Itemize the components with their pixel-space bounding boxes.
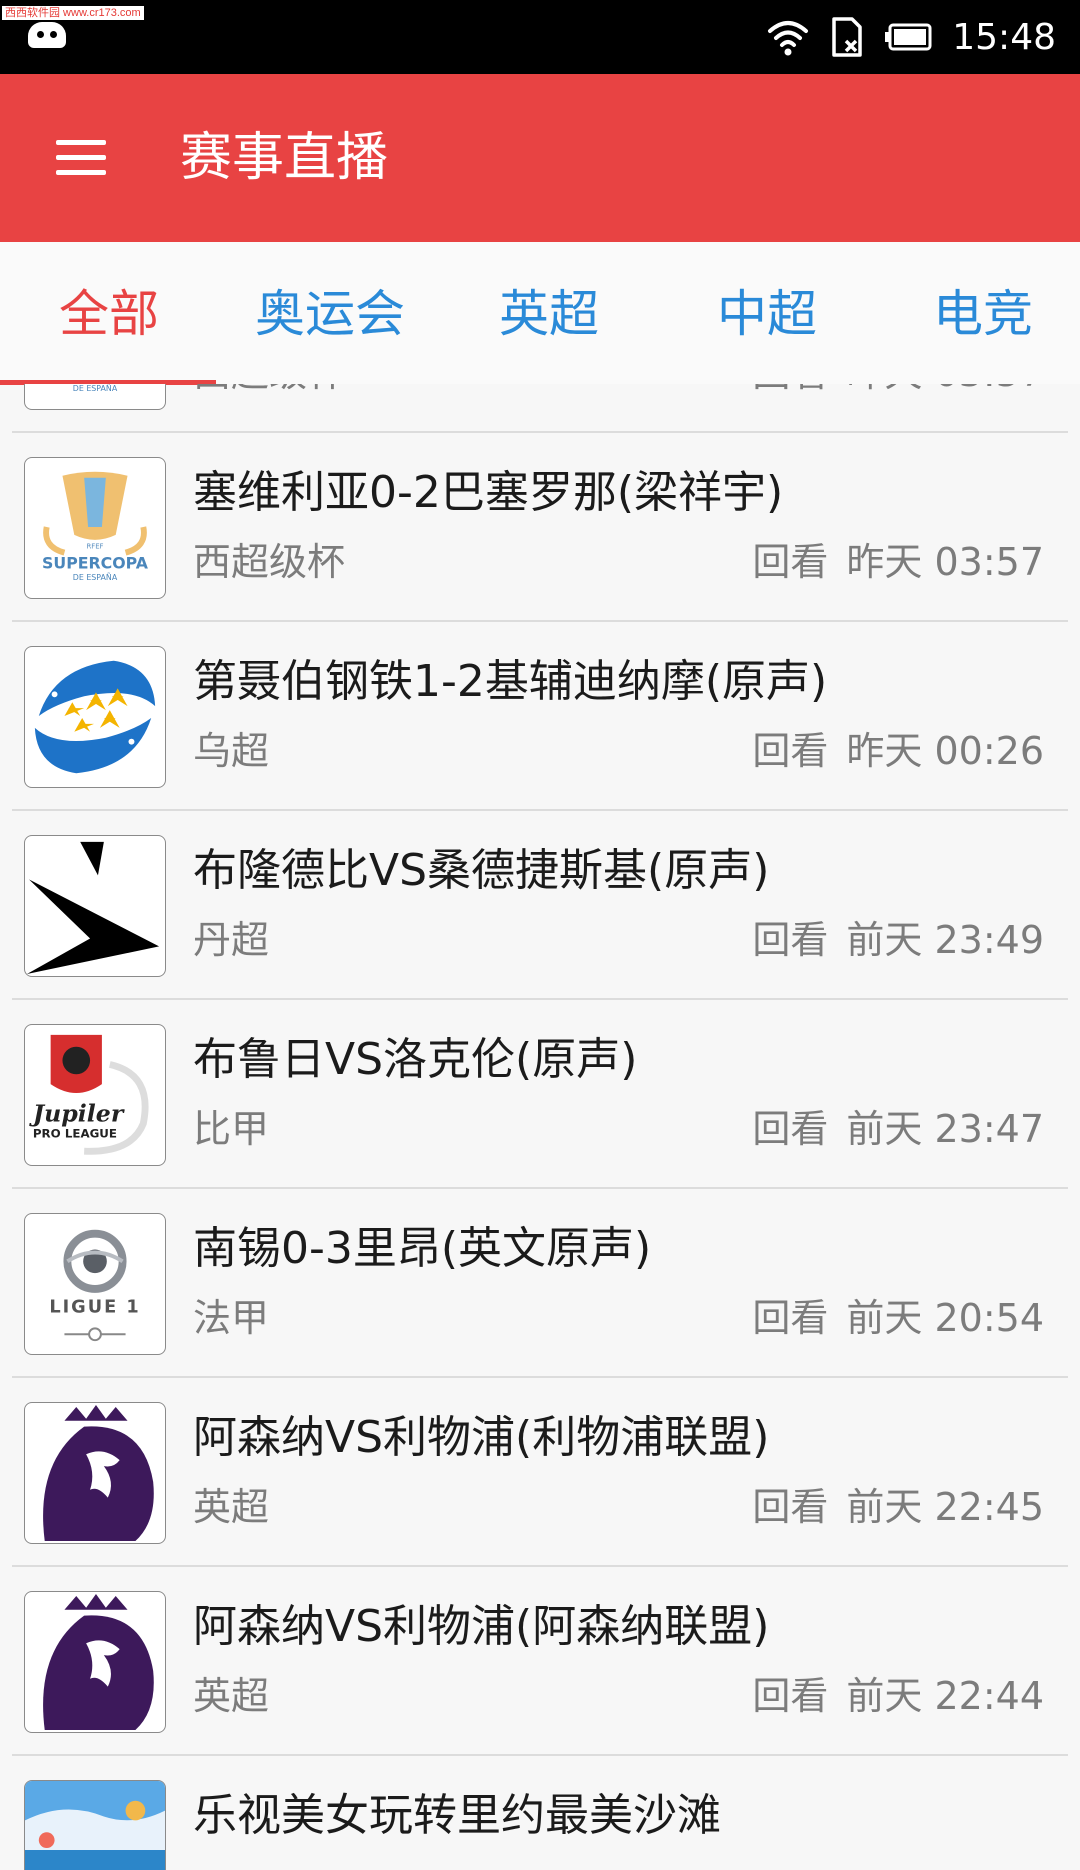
match-title: 乐视美女玩转里约最美沙滩	[193, 1790, 721, 1841]
replay-label: 回看	[752, 540, 829, 584]
league-name: 英超	[193, 1674, 270, 1718]
tab-chinese-super-league[interactable]: 中超	[712, 282, 822, 346]
status-icons: 15:48	[766, 12, 1056, 62]
beach-thumbnail	[24, 1780, 166, 1870]
no-sim-icon	[832, 17, 862, 57]
supercopa-text: SUPERCOPA	[42, 553, 149, 572]
replay-label: 回看	[752, 1107, 829, 1151]
match-time: 前天 23:49	[846, 918, 1044, 962]
match-meta	[1026, 1860, 1044, 1870]
replay-label: 回看	[752, 729, 829, 773]
supercopa-logo: RFEF SUPERCOPA DE ESPAÑA	[24, 457, 166, 599]
premier-league-logo	[24, 1402, 166, 1544]
match-meta: 回看 前天 22:45	[752, 1482, 1044, 1532]
league-name: 西超级杯	[193, 384, 345, 398]
match-meta: 回看 前天 20:54	[752, 1293, 1044, 1343]
replay-label: 回看	[752, 384, 828, 395]
match-list: RFEF SUPERCOPA DE ESPAÑA 西超级杯 回看昨天 03:57…	[0, 384, 1080, 1870]
list-item[interactable]: LIGUE 1 南锡0-3里昂(英文原声) 法甲 回看 前天 20:54	[0, 1189, 1080, 1378]
tab-esports[interactable]: 电竞	[928, 282, 1038, 346]
match-time: 前天 20:54	[846, 1296, 1044, 1340]
match-time: 前天 22:44	[846, 1674, 1044, 1718]
match-meta: 回看 昨天 00:26	[752, 726, 1044, 776]
supercopa-sub-text: DE ESPAÑA	[73, 384, 118, 393]
league-name: 英超	[193, 1485, 270, 1529]
league-name: 乌超	[193, 729, 270, 773]
supercopa-logo: RFEF SUPERCOPA DE ESPAÑA	[24, 384, 166, 410]
list-item[interactable]: RFEF SUPERCOPA DE ESPAÑA 塞维利亚0-2巴塞罗那(梁祥宇…	[0, 433, 1080, 622]
replay-label: 回看	[752, 1485, 829, 1529]
list-item[interactable]: 第聂伯钢铁1-2基辅迪纳摩(原声) 乌超 回看 昨天 00:26	[0, 622, 1080, 811]
app-bar: 赛事直播	[0, 74, 1080, 242]
replay-label: 回看	[752, 918, 829, 962]
tab-all[interactable]: 全部	[54, 282, 164, 346]
ligue1-logo: LIGUE 1	[24, 1213, 166, 1355]
watermark: 西西软件园 www.cr173.com	[2, 6, 144, 20]
android-notification-icon	[28, 22, 66, 48]
match-title: 布隆德比VS桑德捷斯基(原声)	[193, 845, 770, 896]
tab-premier-league[interactable]: 英超	[494, 282, 604, 346]
match-title: 阿森纳VS利物浦(阿森纳联盟)	[193, 1601, 770, 1652]
match-time: 昨天 03:57	[846, 540, 1044, 584]
match-title: 第聂伯钢铁1-2基辅迪纳摩(原声)	[193, 656, 828, 707]
match-time: 前天 22:45	[846, 1485, 1044, 1529]
list-item[interactable]: 阿森纳VS利物浦(阿森纳联盟) 英超 回看 前天 22:44	[0, 1567, 1080, 1756]
category-tabs: 全部 奥运会 英超 中超 电竞	[0, 242, 1080, 385]
list-item[interactable]: 乐视美女玩转里约最美沙滩	[0, 1756, 1080, 1870]
list-item[interactable]: RFEF SUPERCOPA DE ESPAÑA 西超级杯 回看 昨天 03:57	[0, 384, 1080, 433]
danish-superliga-logo	[24, 835, 166, 977]
match-title: 塞维利亚0-2巴塞罗那(梁祥宇)	[193, 467, 784, 518]
league-name: 丹超	[193, 918, 270, 962]
status-bar: 西西软件园 www.cr173.com 15:48	[0, 0, 1080, 74]
match-time: 前天 23:47	[846, 1107, 1044, 1151]
league-name: 法甲	[193, 1296, 270, 1340]
jupiler-pro-league-logo: Jupiler PRO LEAGUE	[24, 1024, 166, 1166]
league-name: 西超级杯	[193, 540, 346, 584]
supercopa-sub-text: DE ESPAÑA	[73, 572, 118, 582]
ukrainian-premier-league-logo	[24, 646, 166, 788]
match-title: 布鲁日VS洛克伦(原声)	[193, 1034, 638, 1085]
status-clock: 15:48	[952, 16, 1056, 58]
list-item[interactable]: Jupiler PRO LEAGUE 布鲁日VS洛克伦(原声) 比甲 回看 前天 …	[0, 1000, 1080, 1189]
match-time: 昨天 03:57	[846, 384, 1044, 395]
jupiler-text: Jupiler	[29, 1100, 125, 1128]
jupiler-sub-text: PRO LEAGUE	[33, 1126, 117, 1140]
ligue1-text: LIGUE 1	[49, 1298, 140, 1318]
match-meta: 回看昨天 03:57	[752, 537, 1044, 587]
menu-icon[interactable]	[48, 130, 114, 186]
premier-league-logo	[24, 1591, 166, 1733]
replay-label: 回看	[752, 1674, 829, 1718]
match-meta: 回看 前天 23:49	[752, 915, 1044, 965]
list-item[interactable]: 布隆德比VS桑德捷斯基(原声) 丹超 回看 前天 23:49	[0, 811, 1080, 1000]
supercopa-top-text: RFEF	[86, 543, 103, 551]
battery-icon	[885, 23, 932, 51]
page-title: 赛事直播	[180, 128, 389, 188]
match-meta: 回看 前天 23:47	[752, 1104, 1044, 1154]
league-name: 比甲	[193, 1107, 270, 1151]
match-meta: 回看 昨天 03:57	[752, 384, 1044, 398]
match-meta: 回看 前天 22:44	[752, 1671, 1044, 1721]
tab-olympics[interactable]: 奥运会	[250, 282, 410, 346]
match-title: 阿森纳VS利物浦(利物浦联盟)	[193, 1412, 770, 1463]
match-time: 昨天 00:26	[846, 729, 1044, 773]
match-title: 南锡0-3里昂(英文原声)	[193, 1223, 652, 1274]
wifi-icon	[768, 21, 809, 56]
replay-label: 回看	[752, 1296, 829, 1340]
list-item[interactable]: 阿森纳VS利物浦(利物浦联盟) 英超 回看 前天 22:45	[0, 1378, 1080, 1567]
